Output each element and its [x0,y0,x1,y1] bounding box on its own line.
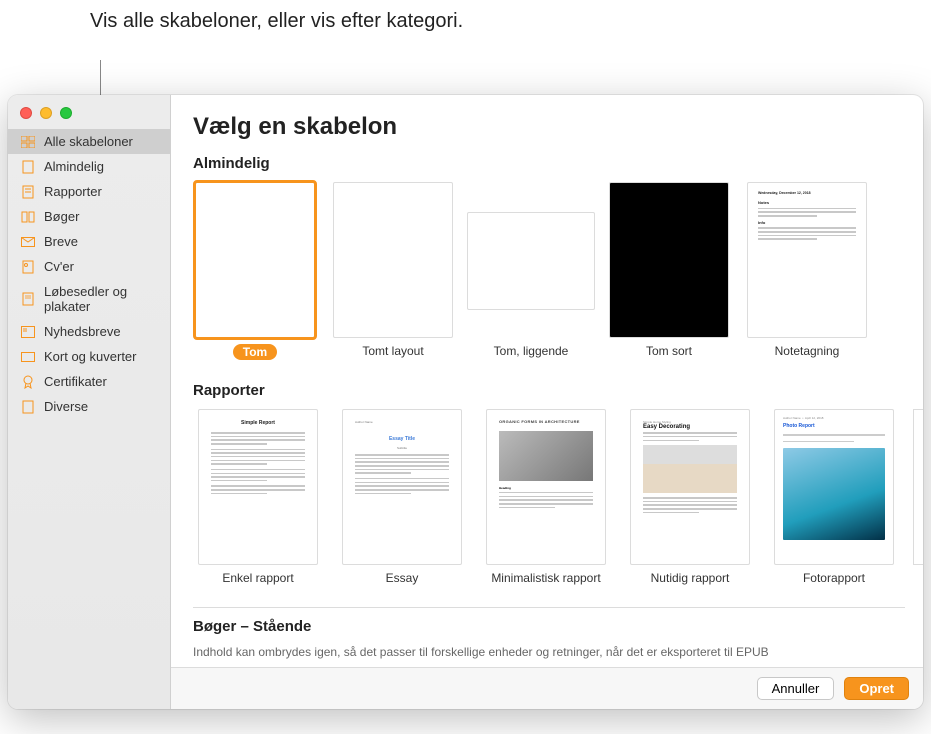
sidebar-item-boger[interactable]: Bøger [8,204,170,229]
template-label: Tom [233,344,277,360]
minimize-window-button[interactable] [40,107,52,119]
ribbon-icon [20,375,36,389]
template-label: Tomt layout [362,344,423,358]
template-tile-notetagning[interactable]: Wednesday, December 12, 2018 Notes Info … [745,182,869,360]
template-label: Enkel rapport [222,571,293,585]
template-tile-nutidig[interactable]: Simple Home Styling Easy Decorating Nuti… [625,409,755,585]
footer-bar: Annuller Opret [171,667,923,709]
sidebar-item-label: Almindelig [44,159,104,174]
template-scroll-area[interactable]: Vælg en skabelon Almindelig Tom Tomt lay… [171,95,923,667]
sidebar-item-label: Diverse [44,399,88,414]
template-label: Tom sort [646,344,692,358]
sidebar-item-label: Løbesedler og plakater [44,284,158,314]
template-label: Minimalistisk rapport [491,571,600,585]
template-thumb [333,182,453,338]
doc-icon [20,185,36,199]
help-callout: Vis alle skabeloner, eller vis efter kat… [90,8,463,34]
template-tile-tomt-layout[interactable]: Tomt layout [331,182,455,360]
template-thumb: Simple Report [198,409,318,565]
sidebar-item-label: Rapporter [44,184,102,199]
envelope-icon [20,235,36,249]
template-tile-tom-sort[interactable]: Tom sort [607,182,731,360]
template-thumb [195,182,315,338]
sidebar-item-rapporter[interactable]: Rapporter [8,179,170,204]
window-controls [8,101,170,129]
row-rapporter: Simple Report Enkel rapport Author Name [193,409,923,585]
sidebar-item-cv[interactable]: Cv'er [8,254,170,279]
section-divider [193,607,905,608]
create-button[interactable]: Opret [844,677,909,700]
template-tile-tom[interactable]: Tom [193,182,317,360]
card-icon [20,350,36,364]
poster-icon [20,292,36,306]
partial-next-tile [913,409,923,585]
sidebar-item-breve[interactable]: Breve [8,229,170,254]
template-tile-essay[interactable]: Author Name Essay Title Subtitle Essay [337,409,467,585]
doc-icon [20,400,36,414]
template-thumb [467,212,595,310]
template-thumb: Simple Home Styling Easy Decorating [630,409,750,565]
template-tile-enkel-rapport[interactable]: Simple Report Enkel rapport [193,409,323,585]
sidebar-item-label: Breve [44,234,78,249]
section-subtext-boger: Indhold kan ombrydes igen, så det passer… [193,645,923,659]
template-tile-minimalistisk[interactable]: ORGANIC FORMS IN ARCHITECTURE Heading Mi… [481,409,611,585]
sidebar-item-label: Nyhedsbreve [44,324,121,339]
page-title: Vælg en skabelon [193,113,923,141]
sidebar-item-nyhedsbreve[interactable]: Nyhedsbreve [8,319,170,344]
sidebar: Alle skabeloner Almindelig Rapporter Bøg… [8,95,171,709]
main-area: Vælg en skabelon Almindelig Tom Tomt lay… [171,95,923,709]
zoom-window-button[interactable] [60,107,72,119]
template-thumb [609,182,729,338]
book-icon [20,210,36,224]
section-title-rapporter: Rapporter [193,382,923,399]
sidebar-item-label: Alle skabeloner [44,134,133,149]
template-label: Tom, liggende [494,344,569,358]
section-title-almindelig: Almindelig [193,155,923,172]
grid-icon [20,135,36,149]
template-thumb: Author Name • April 12, 2018 Photo Repor… [774,409,894,565]
sidebar-item-certifikater[interactable]: Certifikater [8,369,170,394]
template-thumb: ORGANIC FORMS IN ARCHITECTURE Heading [486,409,606,565]
row-almindelig: Tom Tomt layout Tom, liggende Tom sort [193,182,923,360]
sidebar-item-label: Kort og kuverter [44,349,137,364]
sidebar-item-kort[interactable]: Kort og kuverter [8,344,170,369]
template-tile-tom-liggende[interactable]: Tom, liggende [469,182,593,360]
doc-icon [20,160,36,174]
template-label: Nutidig rapport [651,571,730,585]
cancel-button[interactable]: Annuller [757,677,835,700]
sidebar-item-lobesedler[interactable]: Løbesedler og plakater [8,279,170,319]
sidebar-item-label: Certifikater [44,374,107,389]
sidebar-item-almindelig[interactable]: Almindelig [8,154,170,179]
template-tile-fotorapport[interactable]: Author Name • April 12, 2018 Photo Repor… [769,409,899,585]
sidebar-item-diverse[interactable]: Diverse [8,394,170,419]
sidebar-item-label: Cv'er [44,259,74,274]
doc-icon [20,260,36,274]
template-thumb: Wednesday, December 12, 2018 Notes Info [747,182,867,338]
section-title-boger: Bøger – Stående [193,618,923,635]
template-label: Essay [386,571,419,585]
template-chooser-window: Alle skabeloner Almindelig Rapporter Bøg… [8,95,923,709]
sidebar-item-label: Bøger [44,209,79,224]
template-label: Fotorapport [803,571,865,585]
sidebar-item-all-templates[interactable]: Alle skabeloner [8,129,170,154]
template-label: Notetagning [775,344,840,358]
news-icon [20,325,36,339]
template-thumb: Author Name Essay Title Subtitle [342,409,462,565]
close-window-button[interactable] [20,107,32,119]
